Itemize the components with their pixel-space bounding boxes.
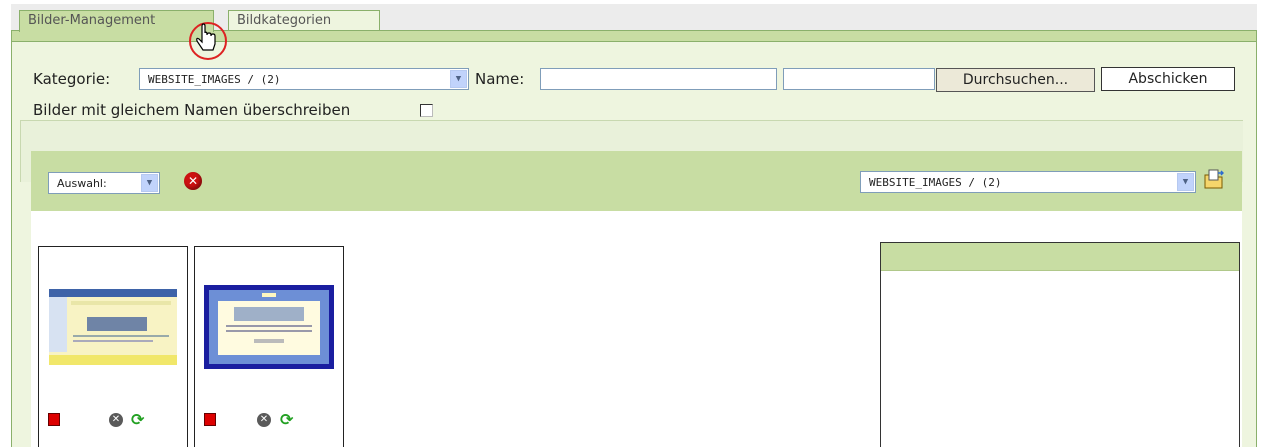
grey-x-circle-icon[interactable]: ✕ [109, 413, 123, 427]
select-marker-icon[interactable] [48, 413, 60, 426]
submit-button[interactable]: Abschicken [1101, 67, 1235, 91]
category-label: Kategorie: [33, 70, 111, 88]
green-refresh-icon[interactable]: ⟳ [280, 412, 296, 428]
name-label: Name: [475, 70, 525, 88]
green-refresh-icon[interactable]: ⟳ [131, 412, 147, 428]
hand-pointer-icon [185, 20, 229, 62]
overwrite-label: Bilder mit gleichem Namen überschreiben [33, 101, 351, 119]
name-input[interactable] [540, 68, 777, 90]
image-thumbnail[interactable] [204, 285, 334, 369]
image-thumbnail[interactable] [49, 289, 177, 365]
category-select-value: WEBSITE_IMAGES / (2) [148, 73, 281, 86]
image-card[interactable]: ✕ ⟳ [38, 246, 188, 447]
chevron-down-icon: ▼ [141, 174, 158, 192]
folder-upload-icon[interactable] [1203, 168, 1225, 190]
target-category-select[interactable]: WEBSITE_IMAGES / (2) ▼ [860, 171, 1196, 193]
grey-x-circle-icon[interactable]: ✕ [257, 413, 271, 427]
chevron-down-icon: ▼ [450, 70, 467, 88]
delete-selected-icon[interactable]: ✕ [184, 172, 202, 190]
category-select[interactable]: WEBSITE_IMAGES / (2) ▼ [139, 68, 469, 90]
tab-label: Bildkategorien [237, 13, 332, 28]
tab-label: Bilder-Management [28, 13, 156, 28]
selection-select-value: Auswahl: [57, 177, 107, 190]
browse-button[interactable]: Durchsuchen... [936, 68, 1095, 92]
overwrite-checkbox[interactable] [420, 104, 433, 117]
file-path-input[interactable] [783, 68, 935, 90]
target-category-value: WEBSITE_IMAGES / (2) [869, 176, 1002, 189]
details-panel-header [881, 243, 1239, 271]
image-details-panel [880, 242, 1240, 447]
chevron-down-icon: ▼ [1177, 173, 1194, 191]
select-marker-icon[interactable] [204, 413, 216, 426]
selection-select[interactable]: Auswahl: ▼ [48, 172, 160, 194]
tab-bildkategorien[interactable]: Bildkategorien [228, 10, 380, 30]
image-card[interactable]: ✕ ⟳ [194, 246, 344, 447]
